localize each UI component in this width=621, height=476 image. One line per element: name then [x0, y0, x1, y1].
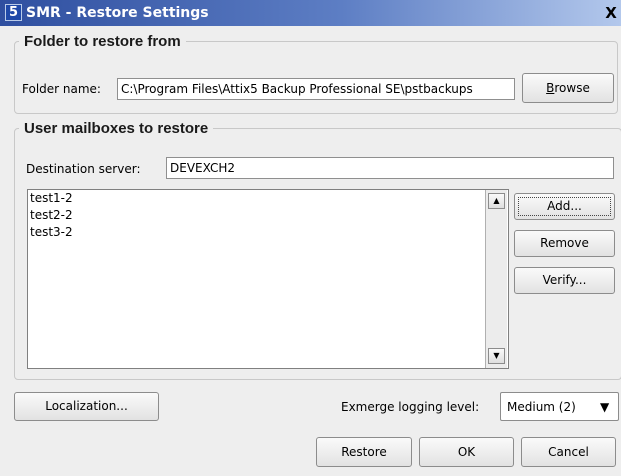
logging-level-select[interactable]: Medium (2) ▼: [500, 392, 619, 421]
remove-button-label: Remove: [540, 236, 589, 250]
restore-settings-dialog: 5 SMR - Restore Settings X Folder to res…: [0, 0, 621, 476]
logging-level-label: Exmerge logging level:: [341, 400, 480, 414]
verify-button-label: Verify...: [542, 273, 587, 287]
mailbox-list-item[interactable]: test3-2: [28, 224, 508, 241]
add-button[interactable]: Add...: [514, 193, 615, 220]
destination-server-label: Destination server:: [26, 162, 141, 176]
chevron-down-icon[interactable]: ▼: [600, 399, 609, 415]
add-button-label: Add...: [547, 199, 582, 213]
restore-button-label: Restore: [341, 445, 387, 459]
cancel-button-label: Cancel: [548, 445, 589, 459]
remove-button[interactable]: Remove: [514, 230, 615, 257]
title-bar[interactable]: 5 SMR - Restore Settings X: [0, 0, 621, 26]
cancel-button[interactable]: Cancel: [521, 437, 616, 467]
browse-button-label: Browse: [546, 81, 590, 95]
mailbox-list-scrollbar[interactable]: ▲ ▼: [485, 190, 507, 368]
logging-level-value: Medium (2): [507, 400, 576, 414]
folder-name-field[interactable]: C:\Program Files\Attix5 Backup Professio…: [117, 78, 515, 100]
ok-button[interactable]: OK: [419, 437, 514, 467]
verify-button[interactable]: Verify...: [514, 267, 615, 294]
close-button[interactable]: X: [602, 3, 620, 23]
localization-button-label: Localization...: [45, 399, 128, 413]
mailboxes-legend: User mailboxes to restore: [24, 120, 209, 137]
restore-button[interactable]: Restore: [316, 437, 412, 467]
restore-from-legend: Folder to restore from: [24, 33, 181, 50]
mailbox-list-item[interactable]: test1-2: [28, 190, 508, 207]
mailbox-list[interactable]: test1-2 test2-2 test3-2: [27, 189, 509, 369]
destination-server-field[interactable]: DEVEXCH2: [166, 157, 614, 179]
scroll-down-icon[interactable]: ▼: [488, 348, 505, 364]
app-icon: 5: [5, 4, 22, 21]
browse-button[interactable]: Browse: [522, 73, 614, 103]
folder-name-label: Folder name:: [22, 82, 101, 96]
mailbox-list-item[interactable]: test2-2: [28, 207, 508, 224]
localization-button[interactable]: Localization...: [14, 392, 159, 421]
ok-button-label: OK: [457, 445, 476, 459]
scroll-up-icon[interactable]: ▲: [488, 193, 505, 209]
window-title: SMR - Restore Settings: [26, 5, 209, 21]
